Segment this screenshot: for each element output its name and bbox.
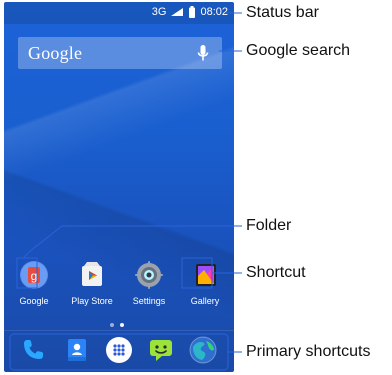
app-shortcuts-row: g Google Play Store Settings Gallery — [4, 260, 234, 312]
status-bar: 3G 08:02 — [4, 2, 234, 24]
home-screen: 3G 08:02 Google g Google Play Store Sett… — [4, 2, 234, 372]
status-icons: 3G 08:02 — [152, 6, 228, 18]
callout-primary-shortcuts: Primary shortcuts — [246, 343, 371, 360]
app-label: Settings — [132, 296, 166, 306]
messages-icon[interactable] — [146, 335, 176, 365]
page-dot-active — [120, 323, 124, 327]
callout-shortcut: Shortcut — [246, 264, 306, 281]
signal-icon — [171, 8, 184, 16]
callout-google-search: Google search — [246, 42, 351, 59]
page-dot — [110, 323, 114, 327]
contacts-icon[interactable] — [62, 335, 92, 365]
phone-icon[interactable] — [18, 335, 48, 365]
settings-gear-icon — [135, 261, 163, 289]
primary-shortcuts-dock — [4, 330, 234, 372]
microphone-icon[interactable] — [196, 44, 210, 62]
battery-icon — [189, 6, 196, 18]
callout-folder: Folder — [246, 217, 292, 234]
callout-status-bar: Status bar — [246, 4, 319, 21]
play-store-icon — [82, 262, 102, 286]
google-folder-icon: g — [20, 261, 48, 289]
network-type: 3G — [151, 6, 167, 18]
browser-icon[interactable] — [188, 335, 218, 365]
app-gallery[interactable]: Gallery — [177, 260, 233, 312]
gallery-icon — [196, 264, 216, 286]
google-logo: Google — [28, 42, 83, 63]
app-play-store[interactable]: Play Store — [64, 260, 120, 312]
google-search-bar[interactable]: Google — [18, 37, 222, 69]
app-google-folder[interactable]: g Google — [6, 260, 62, 312]
page-indicator — [110, 322, 130, 328]
app-label: Gallery — [190, 296, 220, 306]
app-label: Play Store — [71, 296, 113, 306]
status-time: 08:02 — [200, 6, 228, 18]
app-label: Google — [19, 296, 49, 306]
app-drawer-icon[interactable] — [104, 335, 134, 365]
app-settings[interactable]: Settings — [121, 260, 177, 312]
svg-text:g: g — [31, 269, 38, 283]
